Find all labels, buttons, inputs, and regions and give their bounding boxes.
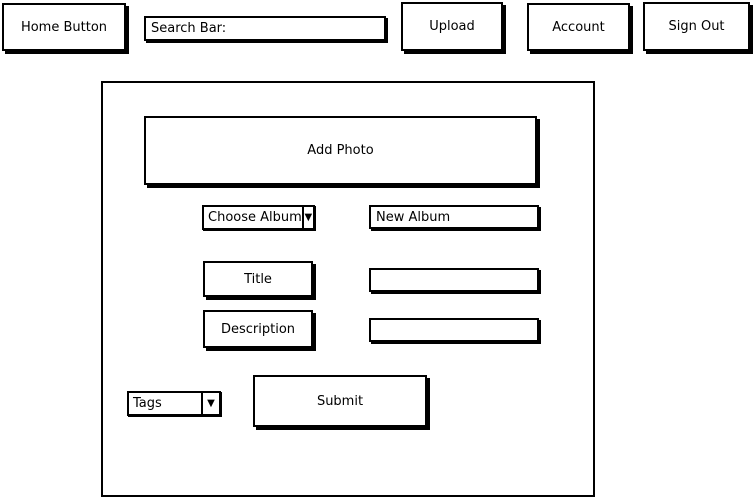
album-select-value: Choose Album (208, 210, 302, 225)
search-bar[interactable]: Search Bar: (144, 16, 386, 41)
tags-select[interactable]: Tags ▼ (127, 391, 221, 416)
home-button[interactable]: Home Button (2, 3, 126, 51)
description-label: Description (220, 321, 296, 337)
title-label-box: Title (203, 261, 313, 297)
title-input[interactable] (369, 268, 539, 292)
sign-out-button[interactable]: Sign Out (643, 2, 750, 51)
upload-button[interactable]: Upload (401, 2, 503, 51)
triangle-down-icon[interactable]: ▼ (201, 393, 219, 414)
home-button-label: Home Button (20, 19, 108, 35)
submit-label: Submit (316, 393, 364, 409)
add-photo-label: Add Photo (307, 143, 374, 158)
sign-out-button-label: Sign Out (668, 19, 725, 34)
add-photo-button[interactable]: Add Photo (144, 116, 537, 185)
album-select[interactable]: Choose Album ▼ (202, 205, 315, 230)
description-input[interactable] (369, 318, 539, 342)
new-album-input[interactable]: New Album (369, 205, 539, 229)
triangle-down-icon[interactable]: ▼ (301, 207, 313, 228)
upload-button-label: Upload (429, 19, 475, 34)
account-button[interactable]: Account (527, 3, 630, 51)
new-album-value: New Album (376, 209, 451, 225)
search-bar-label: Search Bar: (151, 21, 227, 36)
title-label: Title (244, 271, 272, 287)
description-label-box: Description (203, 310, 313, 348)
tags-select-value: Tags (133, 396, 162, 411)
submit-button[interactable]: Submit (253, 375, 427, 427)
account-button-label: Account (552, 19, 605, 35)
